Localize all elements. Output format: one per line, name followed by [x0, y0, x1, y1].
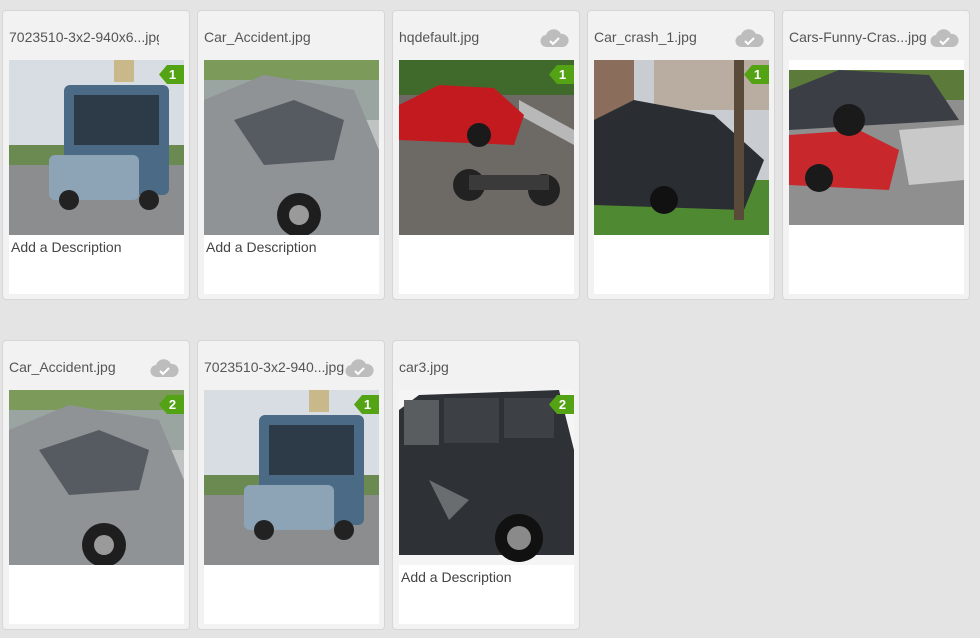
description-area[interactable]: Add a Description	[9, 235, 184, 294]
photo-card[interactable]: Car_Accident.jpg Add a Description	[197, 10, 385, 300]
stacked-cars-image	[789, 60, 964, 235]
photo-thumbnail[interactable]: 1	[204, 390, 379, 565]
photo-title[interactable]: car3.jpg	[399, 359, 549, 375]
photo-thumbnail[interactable]	[204, 60, 379, 235]
photo-title[interactable]: hqdefault.jpg	[399, 29, 549, 45]
cloud-check-icon	[149, 359, 179, 379]
photo-title[interactable]: Cars-Funny-Cras...jpg	[789, 29, 939, 45]
description-area[interactable]: Add a Description	[204, 235, 379, 294]
description-area[interactable]	[9, 565, 184, 624]
photo-title[interactable]: Car_Accident.jpg	[9, 359, 159, 375]
photo-thumbnail[interactable]: 1	[9, 60, 184, 235]
photo-title[interactable]: 7023510-3x2-940x6...jpg	[9, 29, 159, 45]
photo-card[interactable]: 7023510-3x2-940x6...jpg 1 Add a Descript…	[2, 10, 190, 300]
photo-title[interactable]: Car_crash_1.jpg	[594, 29, 744, 45]
photo-card[interactable]: 7023510-3x2-940...jpg 1	[197, 340, 385, 630]
suv-damage-image	[399, 390, 574, 565]
photo-card[interactable]: Car_Accident.jpg 2	[2, 340, 190, 630]
photo-thumbnail[interactable]: 2	[9, 390, 184, 565]
photo-title[interactable]: 7023510-3x2-940...jpg	[204, 359, 354, 375]
description-area[interactable]	[204, 565, 379, 624]
description-area[interactable]	[594, 235, 769, 294]
description-area[interactable]	[789, 235, 964, 294]
description-text[interactable]: Add a Description	[11, 239, 122, 255]
photo-thumbnail[interactable]: 1	[399, 60, 574, 235]
photo-title[interactable]: Car_Accident.jpg	[204, 29, 354, 45]
photo-card[interactable]: Cars-Funny-Cras...jpg	[782, 10, 970, 300]
description-text[interactable]: Add a Description	[401, 569, 512, 585]
photo-thumbnail[interactable]: 1	[594, 60, 769, 235]
photo-thumbnail[interactable]	[789, 60, 964, 235]
description-area[interactable]: Add a Description	[399, 565, 574, 624]
description-area[interactable]	[399, 235, 574, 294]
photo-card[interactable]: Car_crash_1.jpg 1	[587, 10, 775, 300]
photo-thumbnail[interactable]: 2	[399, 390, 574, 565]
photo-grid: 7023510-3x2-940x6...jpg 1 Add a Descript…	[0, 0, 980, 638]
photo-card[interactable]: hqdefault.jpg 1	[392, 10, 580, 300]
cloud-check-icon	[539, 29, 569, 49]
cloud-check-icon	[929, 29, 959, 49]
ferrari-crash-image	[399, 60, 574, 235]
bus-crash-image	[9, 60, 184, 235]
bus-crash-image	[204, 390, 379, 565]
car-accident-image	[9, 390, 184, 565]
car-accident-image	[204, 60, 379, 235]
tree-crash-image	[594, 60, 769, 235]
description-text[interactable]: Add a Description	[206, 239, 317, 255]
cloud-check-icon	[734, 29, 764, 49]
cloud-check-icon	[344, 359, 374, 379]
photo-card[interactable]: car3.jpg 2 Add a Description	[392, 340, 580, 630]
